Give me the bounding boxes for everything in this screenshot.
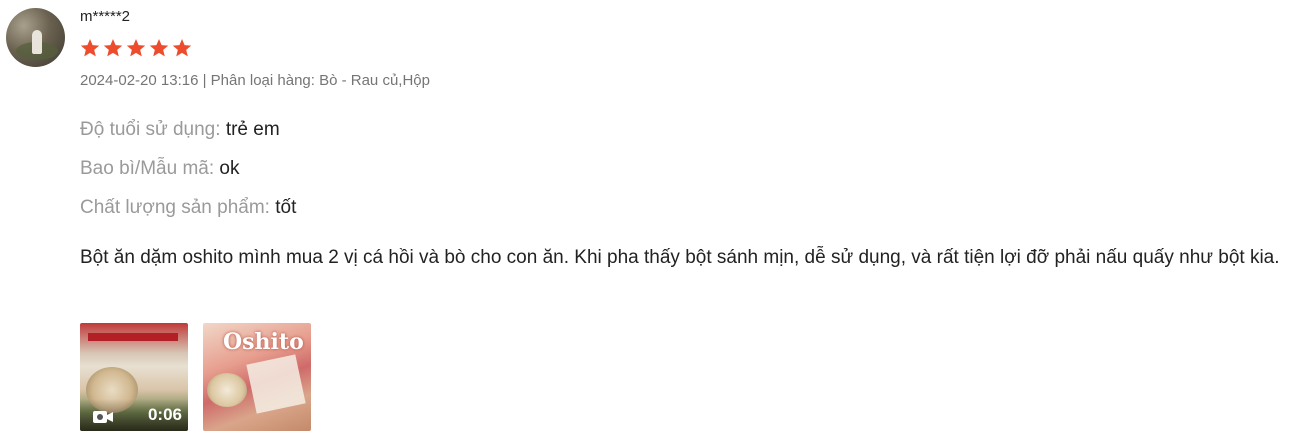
review-meta: 2024-02-20 13:16 | Phân loại hàng: Bò - … [80, 72, 430, 89]
attribute-label: Độ tuổi sử dụng: [80, 119, 221, 140]
brand-logo: Oshito [223, 329, 304, 355]
star-icon [80, 39, 100, 57]
star-icon [103, 39, 123, 57]
attribute-value: tốt [275, 197, 297, 218]
review-comment: Bột ăn dặm oshito mình mua 2 vị cá hồi v… [80, 247, 1280, 268]
attribute-label: Bao bì/Mẫu mã: [80, 158, 215, 179]
package-label [88, 333, 178, 341]
username: m*****2 [80, 8, 131, 25]
avatar-figure [32, 30, 42, 54]
bowl-image [207, 373, 247, 407]
attribute-row-age: Độ tuổi sử dụng: trẻ em [80, 119, 280, 141]
video-camera-icon [93, 411, 113, 423]
package-image [246, 354, 306, 414]
video-duration: 0:06 [147, 405, 182, 424]
attribute-row-quality: Chất lượng sản phẩm: tốt [80, 197, 296, 219]
star-icon [172, 39, 192, 57]
review-video-thumbnail[interactable]: 0:06 [80, 323, 188, 431]
rating-stars [80, 38, 192, 58]
attribute-row-packaging: Bao bì/Mẫu mã: ok [80, 158, 239, 180]
attribute-label: Chất lượng sản phẩm: [80, 197, 270, 218]
star-icon [149, 39, 169, 57]
review-image-thumbnail[interactable]: Oshito [203, 323, 311, 431]
attribute-value: ok [219, 158, 240, 179]
attribute-value: trẻ em [225, 119, 280, 140]
avatar[interactable] [6, 8, 65, 67]
star-icon [126, 39, 146, 57]
